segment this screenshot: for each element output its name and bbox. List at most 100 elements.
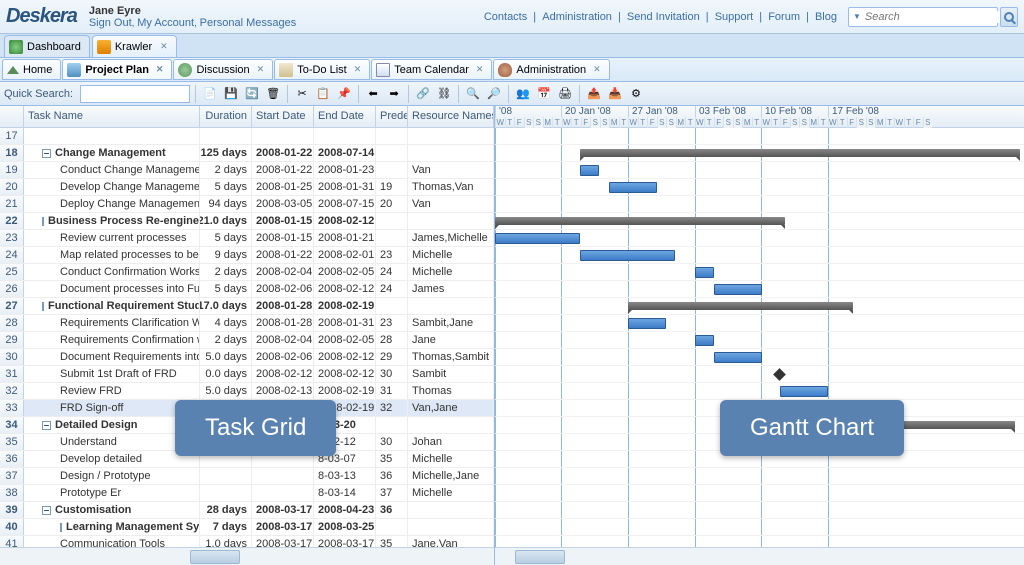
task-name-cell[interactable]: Change Management: [24, 145, 200, 161]
task-name-cell[interactable]: FRD Sign-off: [24, 400, 200, 416]
task-name-cell[interactable]: [24, 128, 200, 144]
end-cell[interactable]: 2008-01-31: [314, 179, 376, 195]
end-cell[interactable]: 8-03-20: [314, 417, 376, 433]
col-taskname[interactable]: Task Name: [24, 106, 200, 127]
pred-cell[interactable]: 23: [376, 247, 408, 263]
start-cell[interactable]: 2008-01-25: [252, 179, 314, 195]
table-row[interactable]: 18Change Management125 days2008-01-22200…: [0, 145, 494, 162]
nav-blog[interactable]: Blog: [815, 11, 837, 23]
close-icon[interactable]: ✕: [160, 41, 168, 52]
gantt-task-bar[interactable]: [628, 318, 666, 329]
gantt-row[interactable]: [495, 417, 1024, 434]
task-name-cell[interactable]: Map related processes to best practices: [24, 247, 200, 263]
nav-contacts[interactable]: Contacts: [484, 11, 527, 23]
tool-link[interactable]: 🔗: [414, 85, 432, 103]
gantt-row[interactable]: [495, 162, 1024, 179]
resource-cell[interactable]: Thomas,Van: [408, 179, 494, 195]
gantt-summary-bar[interactable]: [495, 217, 785, 225]
gantt-row[interactable]: [495, 519, 1024, 536]
pred-cell[interactable]: [376, 128, 408, 144]
end-cell[interactable]: 8-02-12: [314, 434, 376, 450]
resource-cell[interactable]: Sambit: [408, 366, 494, 382]
start-cell[interactable]: 2008-01-22: [252, 162, 314, 178]
duration-cell[interactable]: [200, 434, 252, 450]
collapse-icon[interactable]: [42, 302, 44, 311]
duration-cell[interactable]: 4 days: [200, 315, 252, 331]
table-row[interactable]: 17: [0, 128, 494, 145]
tool-print[interactable]: 🖨: [556, 85, 574, 103]
task-name-cell[interactable]: Detailed Design: [24, 417, 200, 433]
collapse-icon[interactable]: [60, 523, 62, 532]
pred-cell[interactable]: [376, 417, 408, 433]
start-cell[interactable]: 2008-03-17: [252, 502, 314, 518]
task-name-cell[interactable]: Learning Management System: [24, 519, 200, 535]
end-cell[interactable]: 2008-01-21: [314, 230, 376, 246]
gantt-row[interactable]: [495, 468, 1024, 485]
nav-forum[interactable]: Forum: [768, 11, 800, 23]
pred-cell[interactable]: 37: [376, 485, 408, 501]
gantt-task-bar[interactable]: [695, 267, 714, 278]
gantt-summary-bar[interactable]: [580, 149, 1020, 157]
tab-krawler[interactable]: Krawler ✕: [92, 35, 177, 57]
end-cell[interactable]: 8-03-14: [314, 485, 376, 501]
task-name-cell[interactable]: Review current processes: [24, 230, 200, 246]
end-cell[interactable]: 2008-02-12: [314, 213, 376, 229]
tool-calendar[interactable]: 📅: [535, 85, 553, 103]
task-name-cell[interactable]: Customisation: [24, 502, 200, 518]
resource-cell[interactable]: Michelle: [408, 451, 494, 467]
table-row[interactable]: 37Design / Prototype8-03-1336Michelle,Ja…: [0, 468, 494, 485]
gantt-row[interactable]: [495, 315, 1024, 332]
resource-cell[interactable]: [408, 145, 494, 161]
tool-new[interactable]: 📄: [201, 85, 219, 103]
table-row[interactable]: 26Document processes into Functional5 da…: [0, 281, 494, 298]
pred-cell[interactable]: 20: [376, 196, 408, 212]
table-row[interactable]: 29Requirements Confirmation workshop2 da…: [0, 332, 494, 349]
start-cell[interactable]: 2008-02-04: [252, 332, 314, 348]
gantt-row[interactable]: [495, 400, 1024, 417]
subtab-home[interactable]: Home: [2, 59, 61, 80]
nav-support[interactable]: Support: [715, 11, 754, 23]
gantt-row[interactable]: [495, 485, 1024, 502]
start-cell[interactable]: [252, 485, 314, 501]
duration-cell[interactable]: [200, 451, 252, 467]
duration-cell[interactable]: 28 days: [200, 502, 252, 518]
gantt-row[interactable]: [495, 247, 1024, 264]
close-icon[interactable]: ✕: [593, 64, 601, 75]
tool-settings[interactable]: ⚙: [627, 85, 645, 103]
subtab-project-plan[interactable]: Project Plan✕: [62, 59, 172, 80]
pred-cell[interactable]: 30: [376, 434, 408, 450]
end-cell[interactable]: 2008-02-12: [314, 281, 376, 297]
task-name-cell[interactable]: Conduct Change Management Plan: [24, 162, 200, 178]
resource-cell[interactable]: Van: [408, 196, 494, 212]
start-cell[interactable]: [252, 434, 314, 450]
start-cell[interactable]: 2008-02-06: [252, 281, 314, 297]
resource-cell[interactable]: James,Michelle: [408, 230, 494, 246]
end-cell[interactable]: 2008-02-12: [314, 349, 376, 365]
gantt-task-bar[interactable]: [695, 335, 714, 346]
personal-messages-link[interactable]: Personal Messages: [200, 17, 297, 29]
task-name-cell[interactable]: Conduct Confirmation Workshops: [24, 264, 200, 280]
sign-out-link[interactable]: Sign Out: [89, 17, 132, 29]
start-cell[interactable]: 2008-03-05: [252, 196, 314, 212]
resource-cell[interactable]: Sambit,Jane: [408, 315, 494, 331]
task-name-cell[interactable]: Requirements Clarification Workshop: [24, 315, 200, 331]
duration-cell[interactable]: 5 days: [200, 179, 252, 195]
duration-cell[interactable]: [200, 128, 252, 144]
duration-cell[interactable]: 5 days: [200, 230, 252, 246]
table-row[interactable]: 41Communication Tools1.0 days2008-03-172…: [0, 536, 494, 547]
gantt-milestone[interactable]: [773, 368, 786, 381]
start-cell[interactable]: [252, 128, 314, 144]
pred-cell[interactable]: 29: [376, 349, 408, 365]
table-row[interactable]: 19Conduct Change Management Plan2 days20…: [0, 162, 494, 179]
tool-outdent[interactable]: ⬅: [364, 85, 382, 103]
resource-cell[interactable]: Johan: [408, 434, 494, 450]
duration-cell[interactable]: 0.0 days: [200, 366, 252, 382]
gantt-row[interactable]: [495, 281, 1024, 298]
subtab-administration[interactable]: Administration✕: [493, 59, 609, 80]
duration-cell[interactable]: 7 days: [200, 519, 252, 535]
duration-cell[interactable]: 94 days: [200, 196, 252, 212]
gantt-task-bar[interactable]: [495, 233, 580, 244]
collapse-icon[interactable]: [42, 506, 51, 515]
start-cell[interactable]: 2008-02-19: [252, 400, 314, 416]
task-name-cell[interactable]: Develop detailed: [24, 451, 200, 467]
